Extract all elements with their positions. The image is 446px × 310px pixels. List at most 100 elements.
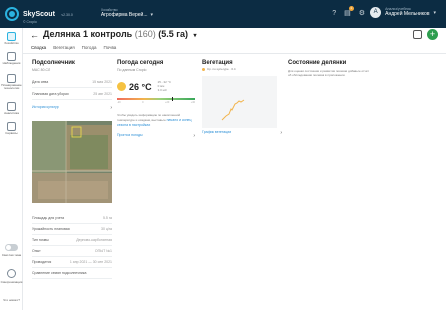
field-name: Делянка 1 контроль	[43, 29, 133, 39]
condition-text: Для оценки состояния и развития посевов …	[288, 69, 370, 77]
scale-label: 0	[142, 101, 144, 105]
user-name: Андрей Мельников	[385, 10, 430, 17]
user-menu[interactable]: A Анализ/учебник Андрей Мельников ▾	[370, 7, 436, 18]
detail-row: Площадь для учета 5.5 га	[32, 213, 112, 224]
forecast-row[interactable]: Прогноз погоды ›	[117, 133, 195, 139]
field-area: (5.5 га)	[158, 29, 189, 39]
chevron-right-icon: ›	[110, 105, 112, 111]
settings-icon[interactable]: ⚙	[359, 9, 365, 17]
observations-icon	[7, 52, 16, 61]
vegetation-link-row[interactable]: График вегетации ›	[202, 130, 282, 136]
detail-row: Урожайность плановая 30 ц/га	[32, 224, 112, 235]
help-icon[interactable]: ?	[332, 10, 336, 17]
row-value: ОПЫТ №1	[94, 249, 112, 253]
scale-label: -20	[117, 101, 121, 105]
sidebar-item-analytics[interactable]: Аналитика	[0, 102, 23, 115]
chevron-down-icon: ▾	[150, 12, 154, 19]
field-count: (160)	[134, 29, 156, 39]
row-label: Тип почвы	[32, 238, 49, 242]
weather-card: Погода сегодня По данным Cropio 26 °C 25…	[117, 60, 195, 139]
crop-name: Подсолнечник	[32, 60, 75, 66]
whats-new-link[interactable]: Что нового?	[0, 298, 23, 302]
vegetation-graph-link[interactable]: График вегетации	[202, 130, 231, 136]
sidebar-item-services[interactable]: Сервисы	[0, 122, 23, 135]
app-logo[interactable]: SkyScout v2.30.0 © Cropio	[5, 4, 73, 25]
sidebar-item-observations[interactable]: Наблюдения	[0, 52, 23, 65]
org-name: Агрофирма Верей...	[100, 12, 148, 19]
share-icon[interactable]	[413, 30, 422, 39]
temperature-marker	[171, 97, 173, 102]
crop-history-link[interactable]: История культур	[32, 105, 59, 111]
tabs-divider	[23, 53, 446, 54]
scale-label: +20	[164, 101, 170, 105]
chevron-right-icon: ›	[280, 130, 282, 136]
theme-toggle[interactable]	[5, 244, 18, 251]
back-arrow-icon[interactable]: ←	[30, 30, 39, 40]
notifications-icon[interactable]: ▤ 1	[344, 6, 354, 17]
row-value: 25 авг 2021	[93, 92, 112, 96]
top-bar: SkyScout v2.30.0 © Cropio Хозяйство Агро…	[0, 0, 446, 28]
add-button[interactable]: +	[427, 29, 438, 40]
analytics-icon	[7, 102, 16, 111]
temperature-scale: -20 0 +20 +40	[117, 101, 195, 104]
row-value: 15 мая 2021	[92, 80, 112, 84]
row-value: 30 ц/га	[101, 227, 112, 231]
condition-card: Состояние делянки Для оценки состояния и…	[288, 60, 370, 78]
crop-history-row[interactable]: История культур ›	[32, 105, 112, 111]
field-details: Площадь для учета 5.5 га Урожайность план…	[32, 213, 112, 279]
row-label: Площадь для учета	[32, 216, 65, 220]
detail-row: Тип почвы Дерново-карбонатная	[32, 235, 112, 246]
wind-speed: 3.0 м/с	[157, 87, 168, 92]
vegetation-card: Вегетация Ср. по культуре · 0.4 График в…	[202, 60, 282, 136]
field-card: Подсолнечник МАС 80.СЛ Дата сева 15 мая …	[32, 60, 112, 279]
notification-badge: 1	[348, 6, 354, 11]
farm-icon	[7, 32, 16, 41]
sidebar: Хозяйство Наблюдения Планирование технол…	[0, 28, 23, 310]
planning-icon	[7, 74, 16, 83]
sidebar-item-planning[interactable]: Планирование технологии	[0, 74, 23, 91]
vegetation-title: Вегетация	[202, 60, 233, 66]
chevron-down-icon: ▾	[433, 9, 436, 16]
org-selector[interactable]: Хозяйство Агрофирма Верей... ▾	[100, 8, 154, 19]
sidebar-item-label: Сервисы	[5, 131, 18, 135]
page-title[interactable]: Делянка 1 контроль (160) (5.5 га) ▾	[43, 29, 197, 39]
row-value: Дерново-карбонатная	[76, 238, 112, 242]
app-name: SkyScout	[23, 10, 55, 18]
row-label: Плановая дата уборки	[32, 92, 69, 96]
vegetation-chart[interactable]	[202, 76, 277, 128]
satellite-image[interactable]	[32, 121, 112, 203]
vegetation-legend: Ср. по культуре · 0.4	[202, 67, 282, 71]
detail-row[interactable]: Сравнение семян подсолнечника	[32, 268, 112, 279]
scale-label: +40	[190, 101, 195, 105]
sowing-date-row: Дата сева 15 мая 2021	[32, 80, 112, 84]
row-label: Проводится	[32, 260, 52, 264]
app-version: v2.30.0	[61, 12, 73, 17]
sidebar-item-label: Наблюдения	[2, 61, 21, 65]
sidebar-item-label: Хозяйство	[4, 41, 19, 45]
legend-marker	[202, 67, 205, 71]
sync-label: Синхронизация	[0, 280, 23, 284]
harvest-date-row: Плановая дата уборки 25 авг 2021	[32, 92, 112, 96]
weather-title: Погода сегодня	[117, 60, 164, 66]
detail-row: Опыт ОПЫТ №1	[32, 246, 112, 257]
forecast-link[interactable]: Прогноз погоды	[117, 133, 143, 139]
weather-details: 25...32 °C 0 мм 3.0 м/с	[157, 80, 171, 92]
logo-icon	[5, 7, 19, 21]
current-temperature: 26 °C	[129, 81, 152, 92]
row-value: 5.5 га	[103, 216, 112, 220]
chevron-right-icon: ›	[193, 132, 195, 139]
sidebar-item-label: Планирование технологии	[1, 83, 22, 91]
sidebar-item-farm[interactable]: Хозяйство	[0, 32, 23, 45]
row-label: Опыт	[32, 249, 41, 253]
row-value: 1 апр 2021 — 30 сен 2021	[69, 260, 112, 264]
crop-variety: МАС 80.СЛ	[32, 68, 51, 72]
weather-note: Чтобы увидеть информацию по накопленной …	[117, 113, 195, 128]
sidebar-item-label: Аналитика	[4, 111, 19, 115]
sun-icon	[117, 82, 126, 92]
services-icon	[7, 122, 16, 131]
row-label: Сравнение семян подсолнечника	[32, 271, 87, 275]
chevron-down-icon: ▾	[193, 33, 197, 39]
detail-row: Проводится 1 апр 2021 — 30 сен 2021	[32, 257, 112, 268]
temperature-scale-bar	[117, 97, 195, 102]
sync-icon[interactable]	[7, 269, 16, 278]
